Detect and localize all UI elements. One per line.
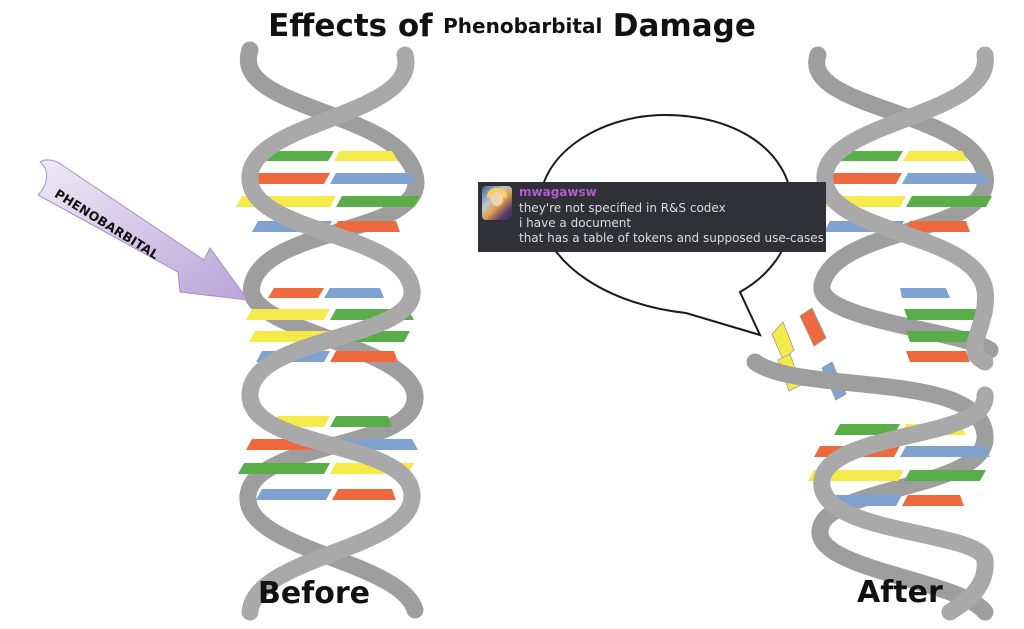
chat-line: i have a document (519, 216, 632, 230)
diagram: Effects of Phenobarbital Damage PHENOBAR… (0, 0, 1024, 629)
chat-username[interactable]: mwagawsw (519, 185, 597, 199)
chat-line: they're not specified in R&S codex (519, 201, 726, 215)
base-pair (906, 351, 970, 362)
caption-before: Before (258, 576, 371, 611)
base-pair (902, 495, 964, 506)
base-pair (904, 309, 984, 320)
caption-after: After (857, 575, 943, 610)
base-pair (330, 351, 398, 362)
base-pair (900, 288, 950, 298)
chat-line: that has a table of tokens and supposed … (519, 231, 824, 245)
dna-illustration (37, 41, 999, 621)
base-pair (268, 288, 324, 298)
base-pair (246, 309, 330, 320)
page-title: Effects of Phenobarbital Damage (0, 8, 1024, 44)
broken-base (799, 307, 827, 347)
base-pair (334, 151, 398, 161)
base-pair (336, 196, 420, 207)
base-pair (330, 416, 392, 427)
base-pair (906, 196, 992, 207)
base-pair (900, 446, 990, 457)
base-pair (903, 151, 968, 161)
title-part-damage: Damage (612, 8, 756, 44)
dna-before (236, 41, 425, 621)
title-part-drug: Phenobarbital (443, 14, 603, 38)
base-pair (256, 489, 332, 500)
phenobarbital-arrow (37, 159, 250, 301)
avatar-face (491, 192, 503, 206)
base-pair (904, 470, 986, 481)
avatar[interactable] (482, 186, 512, 220)
title-part-effects-of: Effects of (268, 8, 433, 44)
chat-message: mwagawsw they're not specified in R&S co… (478, 182, 826, 252)
base-pair (902, 173, 990, 184)
base-pair (324, 288, 384, 298)
base-pair (238, 463, 330, 474)
base-pair (330, 173, 416, 184)
arrow-shape (37, 159, 250, 301)
dna-after (746, 46, 999, 621)
base-pair (332, 489, 396, 500)
broken-base (771, 321, 795, 361)
